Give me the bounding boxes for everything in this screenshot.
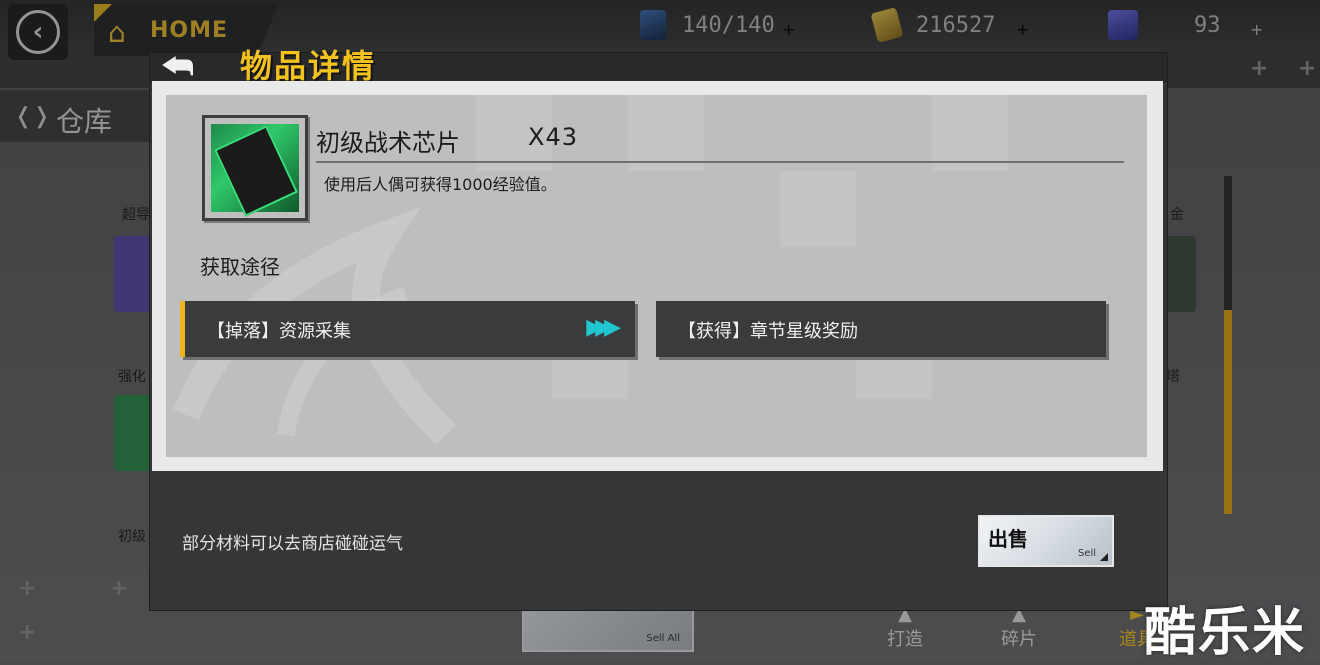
route-label: 【掉落】资源采集	[207, 321, 351, 342]
item-detail-dialog: ⮪ 物品详情 初级战术芯片 X43 使用后人偶可获得1000经验值。 获取途径 …	[149, 47, 1168, 611]
corner-triangle-icon	[1100, 553, 1108, 561]
divider	[316, 161, 1124, 163]
watermark: 酷乐米	[1144, 603, 1307, 663]
item-description: 使用后人偶可获得1000经验值。	[324, 175, 557, 194]
dialog-header: ⮪ 物品详情	[150, 47, 1167, 87]
bg-tile	[780, 171, 856, 247]
footer-tip: 部分材料可以去商店碰碰运气	[182, 534, 403, 554]
item-name: 初级战术芯片	[316, 129, 460, 157]
route-chapter-star-reward[interactable]: 【获得】章节星级奖励	[656, 301, 1106, 357]
route-label: 【获得】章节星级奖励	[678, 321, 858, 342]
go-arrow-icon: ▶▶▶	[586, 315, 621, 340]
route-resource-gather[interactable]: 【掉落】资源采集 ▶▶▶	[180, 301, 635, 357]
item-icon-frame	[202, 115, 308, 221]
acquisition-title: 获取途径	[200, 255, 280, 279]
tactical-chip-icon	[211, 124, 299, 217]
sell-button[interactable]: 出售 Sell	[978, 515, 1114, 567]
bg-tile	[932, 95, 1008, 171]
item-info-panel: 初级战术芯片 X43 使用后人偶可获得1000经验值。 获取途径 【掉落】资源采…	[152, 81, 1163, 471]
chip-body-icon	[214, 125, 298, 217]
bg-tile	[628, 95, 704, 171]
item-info-inner: 初级战术芯片 X43 使用后人偶可获得1000经验值。 获取途径 【掉落】资源采…	[166, 95, 1147, 457]
sell-label: 出售	[988, 527, 1028, 551]
item-quantity: X43	[528, 123, 578, 151]
sell-sublabel: Sell	[1077, 548, 1096, 559]
